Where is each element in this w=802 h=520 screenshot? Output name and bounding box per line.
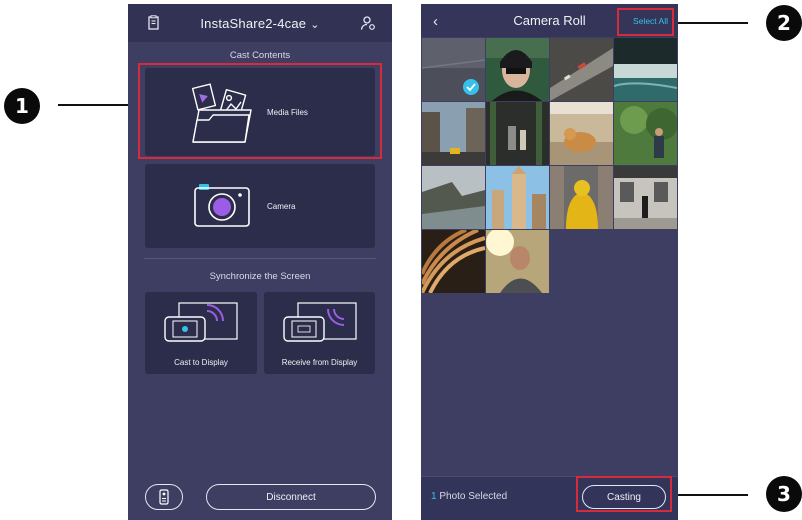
camera-label: Camera [267, 202, 296, 211]
document-icon[interactable] [146, 15, 162, 31]
selected-count: 1 [431, 491, 437, 502]
callout-2: 2 [766, 5, 802, 41]
photo-tile[interactable] [550, 166, 613, 229]
select-all-highlight [617, 8, 674, 36]
photo-tile[interactable] [486, 166, 549, 229]
header-bar: InstaShare2-4cae ⌄ [128, 4, 392, 42]
photo-tile[interactable] [486, 102, 549, 165]
casting-highlight [576, 476, 672, 512]
photo-tile[interactable] [486, 38, 549, 101]
camera-icon [194, 184, 250, 227]
callout-3-line [676, 494, 748, 496]
callout-2-line [678, 22, 748, 24]
chevron-down-icon: ⌄ [310, 18, 320, 31]
receive-from-display-icon [283, 302, 357, 342]
instashare-home-screen: InstaShare2-4cae ⌄ Cast Contents Media Fi… [128, 4, 392, 520]
photo-tile[interactable] [486, 230, 549, 293]
selected-suffix: Photo Selected [439, 491, 508, 502]
checkmark-icon [463, 79, 479, 95]
device-name: InstaShare2-4cae [200, 15, 307, 31]
camera-roll-screen: ‹ Camera Roll Select All 1 Photo Selecte… [421, 4, 678, 520]
cast-to-display-card[interactable]: Cast to Display [145, 292, 257, 374]
cast-to-display-icon [164, 302, 238, 342]
photo-tile[interactable] [550, 38, 613, 101]
photo-tile[interactable] [422, 38, 485, 101]
remote-icon [159, 489, 169, 505]
photo-tile[interactable] [422, 230, 485, 293]
callout-3: 3 [766, 476, 802, 512]
photo-tile[interactable] [422, 166, 485, 229]
remote-button[interactable] [145, 484, 183, 510]
back-icon[interactable]: ‹ [433, 13, 438, 30]
photo-tile[interactable] [422, 102, 485, 165]
page-title: Camera Roll [513, 13, 586, 28]
media-files-highlight [138, 63, 382, 159]
section-divider [144, 258, 376, 259]
callout-1: 1 [4, 88, 40, 124]
photo-tile[interactable] [614, 102, 677, 165]
user-settings-icon[interactable] [360, 15, 376, 31]
photo-tile[interactable] [614, 38, 677, 101]
receive-from-display-label: Receive from Display [281, 358, 358, 367]
sync-heading: Synchronize the Screen [209, 271, 311, 282]
selection-status: 1 Photo Selected [431, 491, 507, 502]
camera-card[interactable]: Camera [145, 164, 375, 248]
disconnect-button[interactable]: Disconnect [206, 484, 376, 510]
photo-tile[interactable] [614, 166, 677, 229]
cast-contents-heading: Cast Contents [229, 50, 291, 61]
photo-tile[interactable] [550, 102, 613, 165]
device-selector[interactable]: InstaShare2-4cae ⌄ [200, 16, 319, 31]
cast-to-display-label: Cast to Display [174, 358, 228, 367]
callout-1-line [58, 104, 130, 106]
receive-from-display-card[interactable]: Receive from Display [264, 292, 375, 374]
